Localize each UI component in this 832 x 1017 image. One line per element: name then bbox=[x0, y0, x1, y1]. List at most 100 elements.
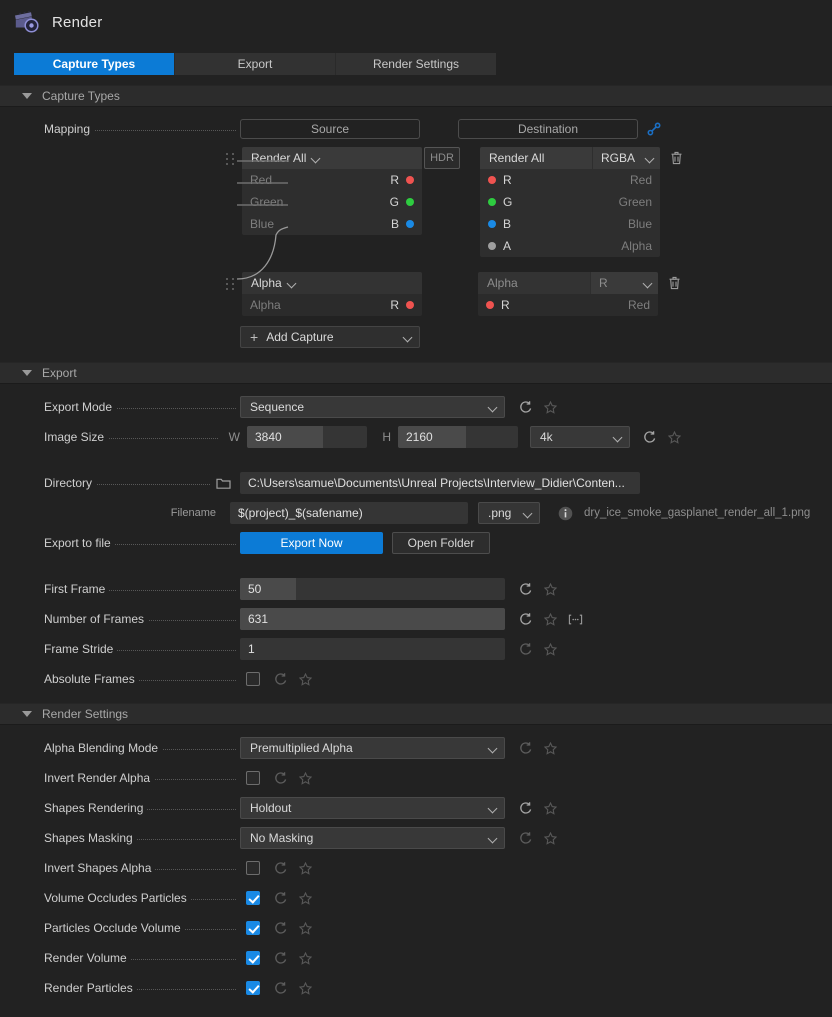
open-folder-button[interactable]: Open Folder bbox=[392, 532, 490, 554]
row-shapes-rendering: Shapes Rendering Holdout bbox=[0, 793, 832, 823]
source-header[interactable]: Source bbox=[240, 119, 420, 139]
reset-arrow-icon[interactable] bbox=[272, 919, 290, 937]
capture-source-select[interactable]: Render All bbox=[242, 147, 422, 169]
channel-dot-green[interactable] bbox=[488, 198, 496, 206]
destination-format-select[interactable]: R bbox=[590, 272, 658, 294]
export-now-button[interactable]: Export Now bbox=[240, 532, 383, 554]
hdr-toggle[interactable]: HDR bbox=[424, 147, 460, 169]
render-particles-checkbox[interactable] bbox=[246, 981, 260, 995]
channel-dot-red[interactable] bbox=[406, 176, 414, 184]
tab-render-settings[interactable]: Render Settings bbox=[336, 53, 496, 75]
star-icon[interactable] bbox=[296, 670, 314, 688]
channel-dot-blue[interactable] bbox=[406, 220, 414, 228]
filename-input[interactable]: $(project)_$(safename) bbox=[230, 502, 468, 524]
channel-dot-red[interactable] bbox=[486, 301, 494, 309]
chevron-down-icon bbox=[644, 279, 653, 288]
file-extension-select[interactable]: .png bbox=[478, 502, 540, 524]
label-absolute-frames: Absolute Frames bbox=[44, 672, 240, 686]
capture-destination-select[interactable]: Render All bbox=[480, 147, 592, 169]
source-channel-row: Alpha R bbox=[242, 294, 422, 316]
label-volume-occludes-particles: Volume Occludes Particles bbox=[44, 891, 240, 905]
star-icon[interactable] bbox=[296, 859, 314, 877]
directory-input[interactable]: C:\Users\samue\Documents\Unreal Projects… bbox=[240, 472, 640, 494]
star-icon[interactable] bbox=[296, 769, 314, 787]
invert-render-alpha-checkbox[interactable] bbox=[246, 771, 260, 785]
label-invert-render-alpha: Invert Render Alpha bbox=[44, 771, 240, 785]
expand-range-icon[interactable] bbox=[566, 610, 584, 628]
row-directory: Directory C:\Users\samue\Documents\Unrea… bbox=[0, 468, 832, 498]
capture-destination-card: Alpha R R Red bbox=[478, 272, 658, 316]
star-icon[interactable] bbox=[541, 398, 559, 416]
reset-arrow-icon[interactable] bbox=[272, 979, 290, 997]
reset-arrow-icon[interactable] bbox=[517, 829, 535, 847]
frame-stride-input[interactable]: 1 bbox=[240, 638, 505, 660]
delete-capture-button[interactable] bbox=[665, 274, 683, 292]
star-icon[interactable] bbox=[541, 610, 559, 628]
star-icon[interactable] bbox=[296, 949, 314, 967]
resolution-preset-select[interactable]: 4k bbox=[530, 426, 630, 448]
reset-arrow-icon[interactable] bbox=[517, 398, 535, 416]
render-volume-checkbox[interactable] bbox=[246, 951, 260, 965]
row-export-to-file: Export to file Export Now Open Folder bbox=[0, 528, 832, 558]
export-mode-select[interactable]: Sequence bbox=[240, 396, 505, 418]
particles-occlude-volume-checkbox[interactable] bbox=[246, 921, 260, 935]
channel-dot-blue[interactable] bbox=[488, 220, 496, 228]
label-filename: Filename bbox=[44, 507, 230, 519]
reset-arrow-icon[interactable] bbox=[272, 889, 290, 907]
reset-arrow-icon[interactable] bbox=[272, 859, 290, 877]
star-icon[interactable] bbox=[296, 889, 314, 907]
shapes-rendering-select[interactable]: Holdout bbox=[240, 797, 505, 819]
tab-export[interactable]: Export bbox=[175, 53, 336, 75]
section-header-capture-types[interactable]: Capture Types bbox=[0, 85, 832, 107]
star-icon[interactable] bbox=[665, 428, 683, 446]
destination-format-select[interactable]: RGBA bbox=[592, 147, 660, 169]
reset-arrow-icon[interactable] bbox=[272, 670, 290, 688]
clapperboard-record-icon bbox=[14, 10, 40, 34]
info-icon[interactable] bbox=[556, 504, 574, 522]
star-icon[interactable] bbox=[541, 739, 559, 757]
delete-capture-button[interactable] bbox=[667, 149, 685, 167]
link-chain-icon[interactable] bbox=[645, 120, 663, 138]
invert-shapes-alpha-checkbox[interactable] bbox=[246, 861, 260, 875]
section-label: Export bbox=[42, 366, 77, 380]
star-icon[interactable] bbox=[541, 640, 559, 658]
volume-occludes-particles-checkbox[interactable] bbox=[246, 891, 260, 905]
star-icon[interactable] bbox=[541, 829, 559, 847]
channel-dot-alpha[interactable] bbox=[488, 242, 496, 250]
star-icon[interactable] bbox=[296, 919, 314, 937]
drag-handle[interactable] bbox=[226, 276, 236, 292]
channel-dot-green[interactable] bbox=[406, 198, 414, 206]
number-of-frames-input[interactable]: 631 bbox=[240, 608, 505, 630]
reset-arrow-icon[interactable] bbox=[517, 610, 535, 628]
reset-arrow-icon[interactable] bbox=[272, 769, 290, 787]
alpha-blending-mode-select[interactable]: Premultiplied Alpha bbox=[240, 737, 505, 759]
image-height-input[interactable]: 2160 bbox=[398, 426, 518, 448]
chevron-down-icon bbox=[288, 279, 297, 288]
section-header-render-settings[interactable]: Render Settings bbox=[0, 703, 832, 725]
reset-arrow-icon[interactable] bbox=[517, 799, 535, 817]
destination-header[interactable]: Destination bbox=[458, 119, 638, 139]
folder-icon[interactable] bbox=[214, 474, 232, 492]
first-frame-input[interactable]: 50 bbox=[240, 578, 505, 600]
star-icon[interactable] bbox=[296, 979, 314, 997]
reset-arrow-icon[interactable] bbox=[517, 640, 535, 658]
shapes-masking-select[interactable]: No Masking bbox=[240, 827, 505, 849]
reset-arrow-icon[interactable] bbox=[272, 949, 290, 967]
section-header-export[interactable]: Export bbox=[0, 362, 832, 384]
star-icon[interactable] bbox=[541, 799, 559, 817]
tab-capture-types[interactable]: Capture Types bbox=[14, 53, 175, 75]
reset-arrow-icon[interactable] bbox=[641, 428, 659, 446]
reset-arrow-icon[interactable] bbox=[517, 739, 535, 757]
add-capture-button[interactable]: + Add Capture bbox=[240, 326, 420, 348]
star-icon[interactable] bbox=[541, 580, 559, 598]
drag-handle[interactable] bbox=[226, 151, 236, 167]
image-width-input[interactable]: 3840 bbox=[247, 426, 367, 448]
capture-destination-select[interactable]: Alpha bbox=[478, 272, 590, 294]
channel-dot-red[interactable] bbox=[488, 176, 496, 184]
label-shapes-masking: Shapes Masking bbox=[44, 831, 240, 845]
absolute-frames-checkbox[interactable] bbox=[246, 672, 260, 686]
capture-source-select[interactable]: Alpha bbox=[242, 272, 422, 294]
channel-dot-red[interactable] bbox=[406, 301, 414, 309]
reset-arrow-icon[interactable] bbox=[517, 580, 535, 598]
row-export-mode: Export Mode Sequence bbox=[0, 392, 832, 422]
